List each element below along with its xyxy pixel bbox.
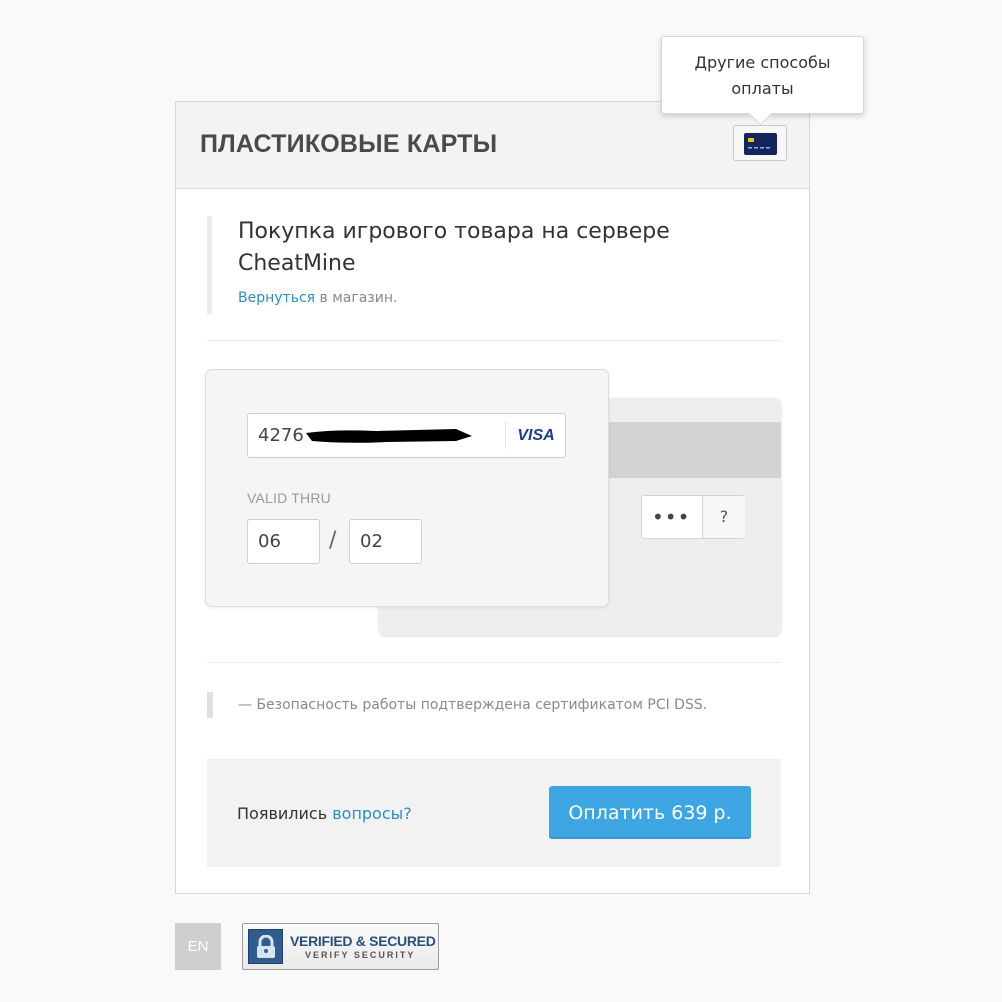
back-to-shop: Вернуться в магазин. bbox=[238, 290, 777, 306]
payment-footer: Появились вопросы? Оплатить 639 р. bbox=[207, 759, 781, 867]
language-button[interactable]: EN bbox=[175, 923, 221, 970]
badge-title: VERIFIED & SECURED bbox=[290, 933, 436, 949]
questions-prefix: Появились bbox=[237, 804, 333, 823]
expiry-year-input[interactable] bbox=[349, 519, 422, 564]
order-info: Покупка игрового товара на сервере Cheat… bbox=[207, 216, 777, 314]
card-front: VISA VALID THRU / bbox=[205, 369, 609, 607]
verified-secured-badge[interactable]: VERIFIED & SECURED VERIFY SECURITY bbox=[242, 923, 439, 970]
order-title: Покупка игрового товара на сервере Cheat… bbox=[238, 219, 670, 276]
payment-method-button[interactable] bbox=[733, 125, 787, 161]
tooltip-text: Другие способы оплаты bbox=[694, 53, 831, 98]
cvv-field: ? bbox=[641, 495, 745, 539]
card-number-field: VISA bbox=[247, 413, 566, 458]
questions-text: Появились вопросы? bbox=[237, 804, 412, 823]
cvv-input[interactable] bbox=[642, 496, 702, 538]
back-link[interactable]: Вернуться bbox=[238, 290, 315, 306]
page-title: ПЛАСТИКОВЫЕ КАРТЫ bbox=[200, 130, 498, 158]
date-separator: / bbox=[329, 528, 337, 553]
payment-methods-tooltip: Другие способы оплаты bbox=[661, 36, 864, 126]
visa-logo: VISA bbox=[505, 422, 566, 449]
credit-card-icon bbox=[744, 133, 777, 155]
back-suffix: в магазин. bbox=[315, 290, 398, 306]
lock-badge bbox=[248, 929, 283, 964]
badge-subtitle: VERIFY SECURITY bbox=[305, 950, 416, 960]
payment-panel: ПЛАСТИКОВЫЕ КАРТЫ Покупка игрового товар… bbox=[175, 101, 810, 894]
panel-header: ПЛАСТИКОВЫЕ КАРТЫ bbox=[176, 102, 809, 189]
lock-icon bbox=[257, 935, 275, 958]
divider bbox=[207, 662, 781, 663]
security-note: — Безопасность работы подтверждена серти… bbox=[207, 692, 707, 718]
questions-link[interactable]: вопросы? bbox=[332, 804, 412, 823]
valid-thru-label: VALID THRU bbox=[247, 490, 331, 506]
pay-button[interactable]: Оплатить 639 р. bbox=[549, 786, 751, 839]
expiry-month-input[interactable] bbox=[247, 519, 320, 564]
redaction-mark bbox=[306, 429, 472, 443]
cvv-help-button[interactable]: ? bbox=[702, 496, 745, 538]
divider bbox=[207, 340, 781, 341]
